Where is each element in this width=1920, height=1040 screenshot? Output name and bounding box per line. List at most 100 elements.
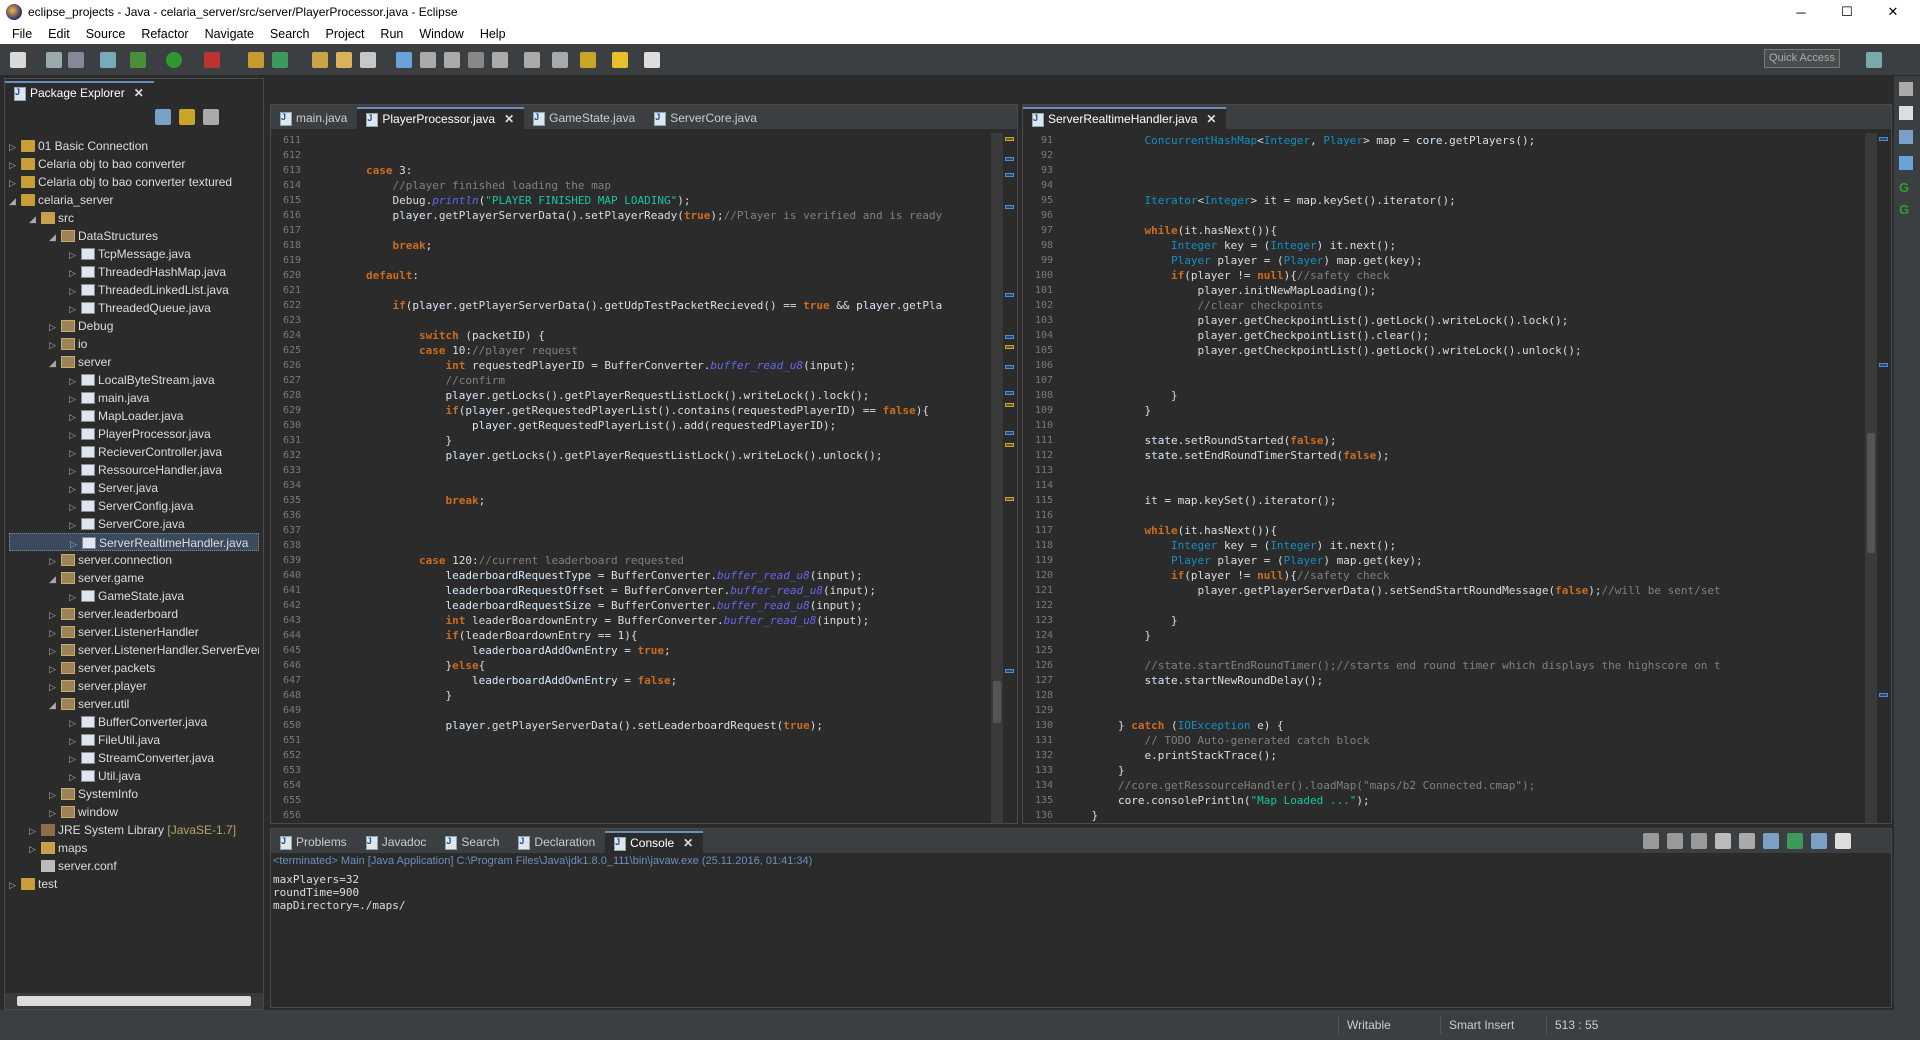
expand-arrow-icon[interactable]: ▷ [69, 246, 81, 264]
open-task-icon[interactable] [336, 52, 352, 68]
tree-item[interactable]: ▷ main.java [9, 389, 259, 407]
code-line[interactable] [1065, 178, 1861, 193]
menu-window[interactable]: Window [411, 27, 471, 41]
code-line[interactable]: if(player != null){//safety check [1065, 568, 1861, 583]
tree-item[interactable]: ▷ ThreadedHashMap.java [9, 263, 259, 281]
code-line[interactable] [313, 313, 987, 328]
remove-launch-icon[interactable] [1667, 833, 1683, 849]
code-line[interactable]: //state.startEndRoundTimer();//starts en… [1065, 658, 1861, 673]
code-line[interactable]: leaderboardRequestType = BufferConverter… [313, 568, 987, 583]
close-icon[interactable]: ✕ [134, 86, 144, 100]
code-line[interactable]: e.printStackTrace(); [1065, 748, 1861, 763]
expand-arrow-icon[interactable]: ◢ [49, 570, 61, 588]
menu-help[interactable]: Help [472, 27, 514, 41]
code-line[interactable]: player.getRequestedPlayerList().add(requ… [313, 418, 987, 433]
code-line[interactable] [1065, 373, 1861, 388]
expand-arrow-icon[interactable]: ▷ [9, 138, 21, 156]
code-line[interactable] [313, 283, 987, 298]
code-line[interactable]: leaderboardAddOwnEntry = true; [313, 643, 987, 658]
tree-item[interactable]: ▷ RecieverController.java [9, 443, 259, 461]
menu-refactor[interactable]: Refactor [133, 27, 196, 41]
code-line[interactable]: if(player.getPlayerServerData().getUdpTe… [313, 298, 987, 313]
code-line[interactable]: player.getPlayerServerData().setPlayerRe… [313, 208, 987, 223]
overview-marker[interactable] [1005, 443, 1014, 447]
code-line[interactable]: ConcurrentHashMap<Integer, Player> map =… [1065, 133, 1861, 148]
tree-hscroll-thumb[interactable] [17, 996, 251, 1006]
code-line[interactable] [313, 508, 987, 523]
code-line[interactable]: Player player = (Player) map.get(key); [1065, 553, 1861, 568]
code-line[interactable] [1065, 643, 1861, 658]
tab-gamestate-java[interactable]: GameState.java [524, 107, 645, 129]
tree-item[interactable]: ▷ Celaria obj to bao converter textured [9, 173, 259, 191]
task-list-icon[interactable] [1899, 130, 1913, 144]
prev-annotation-icon[interactable] [524, 52, 540, 68]
code-line[interactable]: player.getPlayerServerData().setSendStar… [1065, 583, 1861, 598]
next-annotation-icon[interactable] [492, 52, 508, 68]
code-line[interactable]: switch (packetID) { [313, 328, 987, 343]
overview-marker[interactable] [1005, 497, 1014, 501]
link-editor-icon[interactable] [179, 109, 195, 125]
expand-arrow-icon[interactable]: ▷ [29, 822, 41, 840]
tree-item[interactable]: ▷ Celaria obj to bao converter [9, 155, 259, 173]
run-icon[interactable] [166, 52, 182, 68]
code-line[interactable]: state.setRoundStarted(false); [1065, 433, 1861, 448]
code-line[interactable] [1065, 478, 1861, 493]
expand-arrow-icon[interactable]: ◢ [9, 192, 21, 210]
code-line[interactable] [1065, 508, 1861, 523]
quick-access-input[interactable]: Quick Access [1764, 49, 1840, 68]
code-area-left[interactable]: 611 612 613 614 615 616 617 618 619 620 621 622 623 6… [271, 133, 1017, 823]
console-output[interactable]: maxPlayers=32 roundTime=900 mapDirectory=.… [273, 873, 405, 912]
overview-marker[interactable] [1005, 293, 1014, 297]
tab-package-explorer[interactable]: Package Explorer ✕ [5, 81, 154, 103]
tree-item[interactable]: ▷ JRE System Library [JavaSE-1.7] [9, 821, 259, 839]
overview-marker[interactable] [1879, 137, 1888, 141]
code-line[interactable]: while(it.hasNext()){ [1065, 223, 1861, 238]
code-line[interactable] [313, 478, 987, 493]
code-line[interactable]: Integer key = (Integer) it.next(); [1065, 538, 1861, 553]
show-whitespace-icon[interactable] [468, 52, 484, 68]
expand-arrow-icon[interactable]: ▷ [9, 174, 21, 192]
code-line[interactable]: player.getLocks().getPlayerRequestListLo… [313, 448, 987, 463]
expand-arrow-icon[interactable]: ▷ [69, 714, 81, 732]
tree-item[interactable]: ▷ StreamConverter.java [9, 749, 259, 767]
expand-arrow-icon[interactable]: ▷ [69, 444, 81, 462]
tree-item[interactable]: ▷ RessourceHandler.java [9, 461, 259, 479]
last-edit-icon[interactable] [580, 52, 596, 68]
tab-search[interactable]: Search [436, 831, 509, 853]
code-line[interactable] [313, 253, 987, 268]
tree-item[interactable]: ▷ maps [9, 839, 259, 857]
tree-item[interactable]: ▷ ServerConfig.java [9, 497, 259, 515]
code-line[interactable]: //core.getRessourceHandler().loadMap("ma… [1065, 778, 1861, 793]
expand-arrow-icon[interactable]: ▷ [9, 156, 21, 174]
code-line[interactable]: if(player != null){//safety check [1065, 268, 1861, 283]
code-line[interactable]: } [313, 688, 987, 703]
code-line[interactable] [313, 148, 987, 163]
overview-marker[interactable] [1005, 157, 1014, 161]
expand-arrow-icon[interactable]: ▷ [49, 786, 61, 804]
code-line[interactable] [313, 763, 987, 778]
tree-item[interactable]: ▷ server.ListenerHandler [9, 623, 259, 641]
tree-item[interactable]: ▷ server.packets [9, 659, 259, 677]
tree-item[interactable]: ▷ window [9, 803, 259, 821]
code-line[interactable]: } [1065, 613, 1861, 628]
code-line[interactable]: int leaderBoardownEntry = BufferConverte… [313, 613, 987, 628]
code-line[interactable] [313, 748, 987, 763]
new-icon[interactable] [10, 52, 26, 68]
code-line[interactable]: if(player.getRequestedPlayerList().conta… [313, 403, 987, 418]
overview-marker[interactable] [1005, 365, 1014, 369]
overview-marker[interactable] [1005, 431, 1014, 435]
save-icon[interactable] [46, 52, 62, 68]
tree-item[interactable]: ▷ ThreadedQueue.java [9, 299, 259, 317]
overview-marker[interactable] [1005, 205, 1014, 209]
expand-arrow-icon[interactable]: ▷ [49, 678, 61, 696]
new-package-icon[interactable] [272, 52, 288, 68]
tree-item[interactable]: ◢ DataStructures [9, 227, 259, 245]
expand-arrow-icon[interactable]: ◢ [49, 354, 61, 372]
overview-marker[interactable] [1879, 693, 1888, 697]
code-line[interactable] [1065, 688, 1861, 703]
debug-icon[interactable] [130, 52, 146, 68]
tree-item[interactable]: ▷ ServerRealtimeHandler.java [9, 533, 259, 551]
code-line[interactable] [1065, 163, 1861, 178]
menu-source[interactable]: Source [78, 27, 134, 41]
outline-icon[interactable] [1899, 106, 1913, 120]
